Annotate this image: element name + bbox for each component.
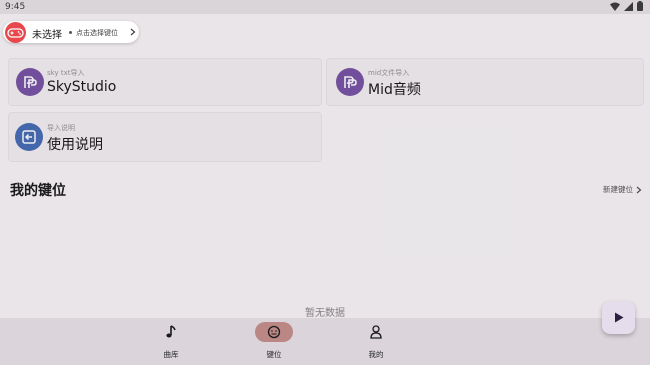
- nav-item-profile[interactable]: 我的: [346, 322, 406, 360]
- new-keymap-label: 新建键位: [603, 185, 633, 194]
- card-subtitle: mid文件导入: [368, 69, 410, 77]
- nav-item-library[interactable]: 曲库: [141, 322, 201, 360]
- person-icon: [370, 325, 382, 339]
- card-subtitle: 导入说明: [47, 124, 75, 132]
- section-title: 我的键位: [10, 183, 66, 199]
- battery-icon: [637, 1, 643, 11]
- card-title: 使用说明: [47, 137, 103, 153]
- nav-label: 我的: [368, 350, 384, 359]
- gamepad-avatar-icon: [5, 22, 26, 43]
- signal-icon: [624, 1, 633, 11]
- nav-item-keymap[interactable]: 键位: [244, 322, 304, 360]
- nav-label: 键位: [266, 350, 282, 359]
- skystudio-logo-icon: [16, 68, 44, 96]
- wifi-icon: [610, 2, 620, 11]
- mid-import-card[interactable]: mid文件导入 Mid音频: [326, 58, 644, 106]
- empty-state-text: 暂无数据: [305, 308, 345, 319]
- chevron-right-icon: [636, 186, 642, 193]
- play-icon: [614, 312, 623, 323]
- pill-status-text: 未选择: [32, 30, 62, 41]
- separator-dot: [69, 31, 72, 34]
- skystudio-import-card[interactable]: sky txt导入 SkyStudio: [8, 58, 322, 106]
- play-button[interactable]: [602, 301, 635, 334]
- status-icons: [610, 1, 643, 11]
- nav-label: 曲库: [163, 350, 179, 359]
- mid-logo-icon: [336, 68, 364, 96]
- keymap-selector-pill[interactable]: 未选择 点击选择键位: [3, 21, 139, 43]
- pill-hint-text: 点击选择键位: [76, 29, 118, 37]
- card-title: Mid音频: [368, 82, 421, 98]
- bottom-nav: 曲库 键位 我的: [0, 318, 650, 365]
- music-note-icon: [166, 325, 176, 338]
- card-subtitle: sky txt导入: [47, 69, 85, 77]
- import-guide-icon: [15, 123, 43, 151]
- status-bar: 9:45: [0, 0, 650, 14]
- chevron-right-icon: [130, 28, 136, 36]
- new-keymap-button[interactable]: 新建键位: [603, 184, 642, 195]
- gamepad-icon: [267, 325, 281, 339]
- card-title: SkyStudio: [47, 79, 117, 95]
- usage-guide-card[interactable]: 导入说明 使用说明: [8, 112, 322, 162]
- status-time: 9:45: [5, 2, 26, 12]
